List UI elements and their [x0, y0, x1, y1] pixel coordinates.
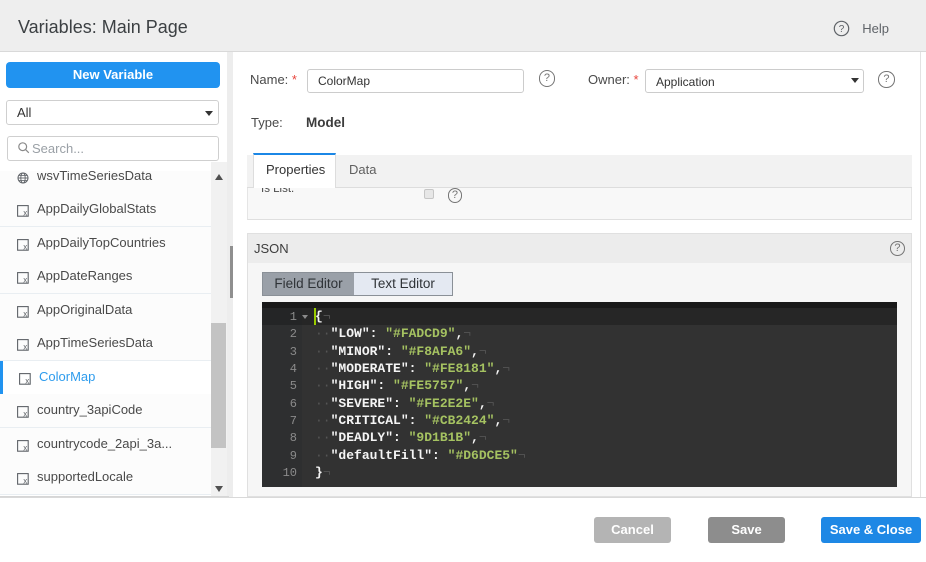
svg-text:x: x — [23, 342, 27, 351]
svg-text:x: x — [23, 208, 27, 217]
svg-text:x: x — [25, 376, 29, 385]
svg-text:x: x — [23, 242, 27, 251]
svg-text:x: x — [23, 476, 27, 485]
svg-text:?: ? — [838, 24, 844, 35]
svg-text:x: x — [23, 275, 27, 284]
svg-text:x: x — [23, 309, 27, 318]
svg-text:x: x — [23, 443, 27, 452]
svg-text:x: x — [23, 409, 27, 418]
